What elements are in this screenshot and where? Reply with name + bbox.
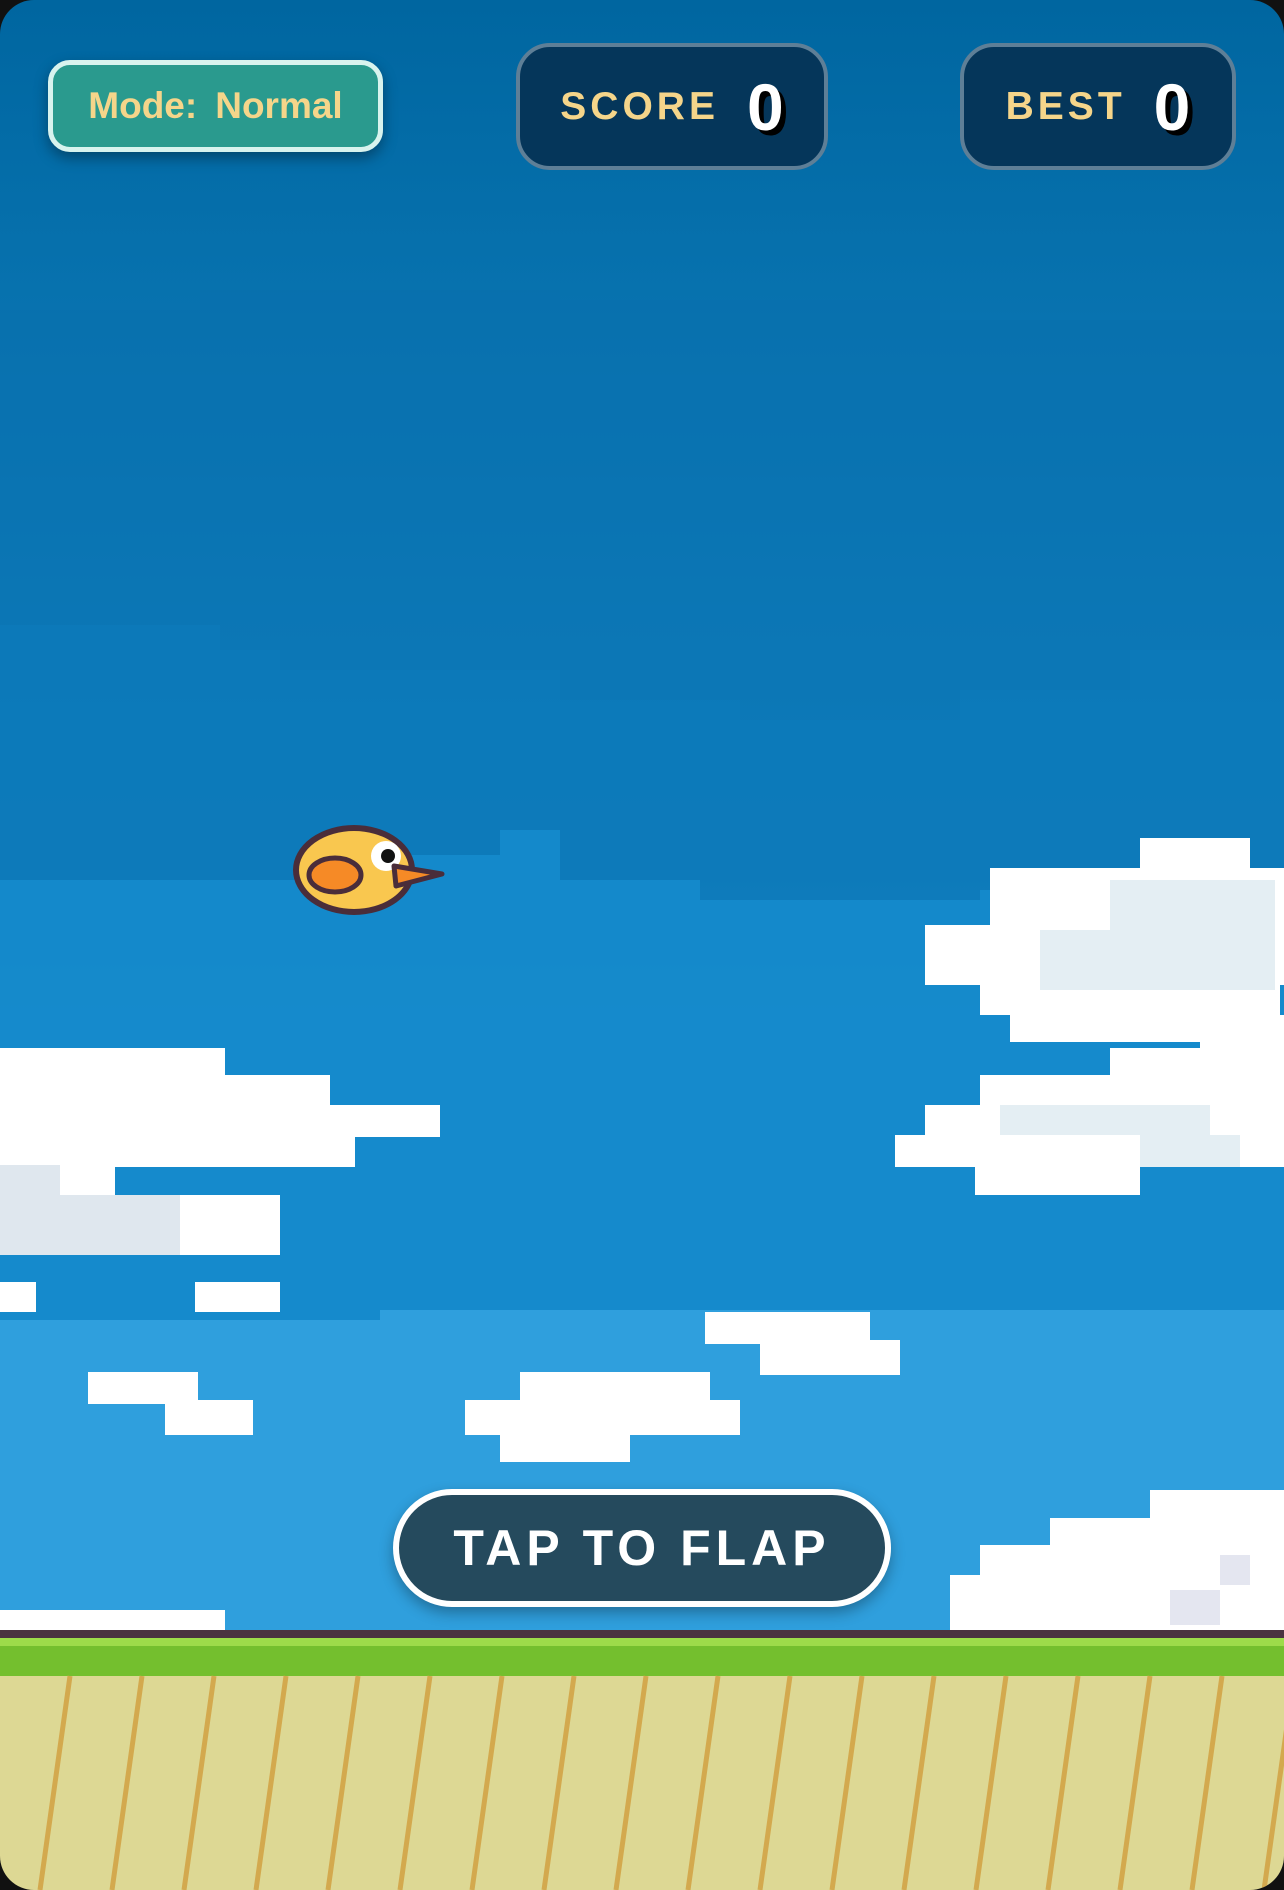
mode-value: Normal [215,85,343,126]
best-score-panel: BEST 0 [960,43,1236,170]
mode-label: Mode: [88,85,198,126]
bird-icon [293,825,445,915]
best-value: 0 [1153,69,1191,144]
best-label: BEST [1005,84,1126,128]
tap-to-flap-button[interactable]: TAP TO FLAP [393,1489,891,1607]
ground [0,1630,1284,1890]
sky-background [0,0,1284,1630]
mode-selector-button[interactable]: Mode: Normal [48,60,383,152]
score-value: 0 [746,69,784,144]
score-panel: SCORE 0 [516,43,828,170]
game-screen[interactable]: Mode: Normal SCORE 0 BEST 0 TAP TO FLAP [0,0,1284,1890]
score-label: SCORE [560,84,719,128]
